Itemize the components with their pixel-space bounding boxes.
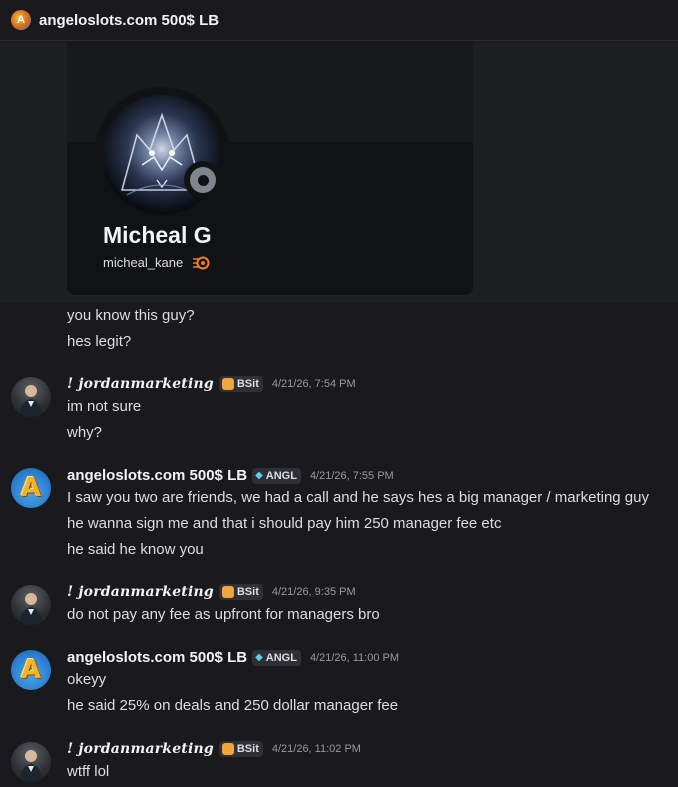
user-avatar[interactable]: A	[11, 650, 51, 690]
message-header: ! jordanmarketing BSit 4/21/26, 11:02 PM	[67, 741, 361, 757]
author-name[interactable]: angeloslots.com 500$ LB	[67, 467, 247, 484]
server-tag-label: ANGL	[265, 651, 297, 664]
offline-status-icon	[190, 167, 216, 193]
profile-display-name: Micheal G	[103, 222, 212, 248]
timestamp[interactable]: 4/21/26, 7:54 PM	[272, 378, 356, 390]
message-header: ! jordanmarketing BSit 4/21/26, 9:35 PM	[67, 584, 356, 600]
profile-username-row: micheal_kane	[103, 255, 211, 270]
message-line: do not pay any fee as upfront for manage…	[67, 606, 380, 623]
author-name[interactable]: ! jordanmarketing	[67, 376, 214, 392]
channel-header: A angeloslots.com 500$ LB	[0, 0, 678, 41]
avatar-letter: A	[20, 655, 42, 685]
diamond-icon: ◆	[255, 652, 263, 663]
bag-icon	[221, 743, 234, 755]
bag-icon	[221, 378, 234, 390]
user-avatar[interactable]: A	[11, 468, 51, 508]
timestamp[interactable]: 4/21/26, 9:35 PM	[272, 586, 356, 598]
server-avatar-letter: A	[17, 14, 25, 26]
message-line: he said he know you	[67, 541, 204, 558]
user-avatar[interactable]	[11, 585, 51, 625]
author-name[interactable]: angeloslots.com 500$ LB	[67, 649, 247, 666]
server-tag-label: BSit	[236, 378, 259, 390]
message-line: wtff lol	[67, 763, 110, 780]
message-header: angeloslots.com 500$ LB ◆ ANGL 4/21/26, …	[67, 467, 394, 484]
status-indicator	[184, 161, 222, 199]
server-tag[interactable]: ◆ ANGL	[252, 649, 301, 666]
author-name[interactable]: ! jordanmarketing	[67, 584, 214, 600]
message-line: you know this guy?	[67, 307, 195, 324]
avatar-letter: A	[20, 473, 42, 503]
bag-icon	[221, 586, 234, 598]
server-tag-label: BSit	[236, 586, 259, 598]
timestamp[interactable]: 4/21/26, 11:00 PM	[310, 652, 399, 664]
server-tag-label: BSit	[236, 743, 259, 755]
server-avatar-icon[interactable]: A	[11, 10, 31, 30]
timestamp[interactable]: 4/21/26, 7:55 PM	[310, 470, 394, 482]
user-avatar[interactable]	[11, 377, 51, 417]
user-avatar[interactable]	[11, 742, 51, 782]
server-tag-label: ANGL	[265, 469, 297, 482]
timestamp[interactable]: 4/21/26, 11:02 PM	[272, 743, 361, 755]
author-name[interactable]: ! jordanmarketing	[67, 741, 214, 757]
channel-title: angeloslots.com 500$ LB	[39, 11, 220, 29]
message-line: okeyy	[67, 671, 107, 688]
message-line: im not sure	[67, 398, 142, 415]
message-header: angeloslots.com 500$ LB ◆ ANGL 4/21/26, …	[67, 649, 399, 666]
message-line: I saw you two are friends, we had a call…	[67, 489, 649, 506]
message-line: why?	[67, 424, 103, 441]
server-tag[interactable]: BSit	[218, 584, 263, 600]
hypesquad-icon[interactable]	[193, 256, 211, 270]
message-line: he said 25% on deals and 250 dollar mana…	[67, 697, 399, 714]
message-header: ! jordanmarketing BSit 4/21/26, 7:54 PM	[67, 376, 356, 392]
server-tag[interactable]: BSit	[218, 741, 263, 757]
server-tag[interactable]: ◆ ANGL	[252, 467, 301, 484]
message-line: hes legit?	[67, 333, 132, 350]
message-line: he wanna sign me and that i should pay h…	[67, 515, 502, 532]
diamond-icon: ◆	[255, 470, 263, 481]
profile-avatar-ring	[94, 87, 230, 223]
profile-card[interactable]: Micheal G micheal_kane	[67, 42, 473, 295]
profile-username: micheal_kane	[103, 255, 184, 270]
server-tag[interactable]: BSit	[218, 376, 263, 392]
